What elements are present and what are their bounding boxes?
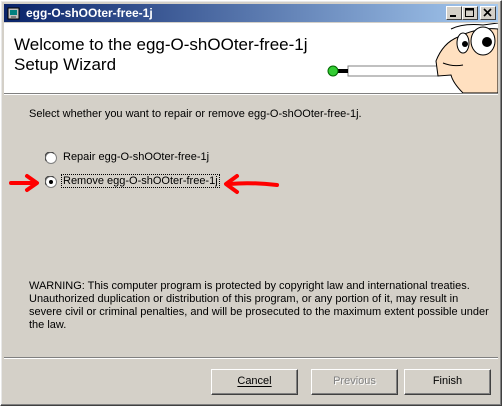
remove-option-label[interactable]: Remove egg-O-shOOter-free-1j (61, 174, 220, 188)
remove-radio-button[interactable] (45, 176, 57, 188)
wizard-header: Welcome to the egg-O-shOOter-free-1j Set… (4, 23, 498, 93)
repair-option-label[interactable]: Repair egg-O-shOOter-free-1j (62, 151, 210, 163)
finish-button-label: Finish (432, 375, 463, 387)
copyright-warning: WARNING: This computer program is protec… (29, 280, 489, 331)
minimize-icon (450, 15, 456, 17)
maximize-button[interactable] (462, 6, 478, 20)
maximize-icon (465, 8, 474, 17)
red-arrow-right-annotation (224, 174, 279, 194)
red-arrow-left-annotation (9, 174, 39, 192)
minimize-button[interactable] (446, 6, 462, 20)
previous-button-label: Previous (333, 375, 376, 387)
cancel-button[interactable]: Cancel (211, 369, 298, 395)
footer-divider (4, 357, 498, 359)
header-divider (4, 93, 498, 95)
instruction-text: Select whether you want to repair or rem… (29, 108, 362, 120)
window-title: egg-O-shOOter-free-1j (26, 6, 153, 20)
setup-window: egg-O-shOOter-free-1j Welcome to the egg… (0, 0, 502, 406)
repair-radio-button[interactable] (45, 152, 57, 164)
egg-shooter-mascot-image (327, 23, 498, 93)
close-button[interactable] (480, 6, 496, 20)
title-bar[interactable]: egg-O-shOOter-free-1j (4, 4, 498, 22)
previous-button[interactable]: Previous (311, 369, 398, 395)
close-icon (483, 8, 492, 17)
installer-icon (7, 7, 20, 20)
finish-button[interactable]: Finish (404, 369, 491, 395)
cancel-button-label: Cancel (237, 375, 272, 387)
